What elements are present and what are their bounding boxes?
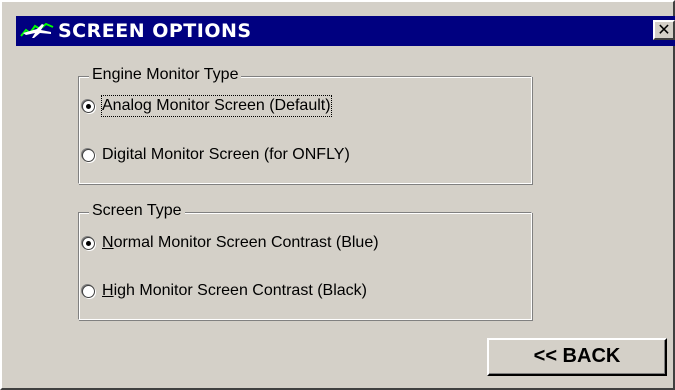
digital-monitor-label[interactable]: Digital Monitor Screen (for ONFLY) (102, 145, 350, 165)
normal-contrast-radio-option[interactable]: Normal Monitor Screen Contrast (Blue) (82, 232, 379, 254)
screen-type-legend: Screen Type (89, 200, 185, 222)
window-title: SCREEN OPTIONS (58, 20, 252, 42)
normal-contrast-radio[interactable] (82, 236, 95, 250)
high-contrast-label-text: igh Monitor Screen Contrast (Black) (113, 282, 367, 299)
high-contrast-radio[interactable] (82, 284, 95, 298)
digital-monitor-radio-option[interactable]: Digital Monitor Screen (for ONFLY) (82, 144, 350, 166)
title-bar[interactable]: SCREEN OPTIONS ✕ (16, 16, 675, 46)
close-icon: ✕ (657, 20, 671, 39)
normal-contrast-mnemonic: N (102, 234, 114, 251)
high-contrast-label[interactable]: High Monitor Screen Contrast (Black) (102, 281, 367, 301)
analog-monitor-radio-option[interactable]: Analog Monitor Screen (Default) (82, 95, 332, 117)
analog-monitor-radio[interactable] (82, 99, 95, 113)
back-button[interactable]: << BACK (487, 338, 667, 376)
screen-options-dialog: SCREEN OPTIONS ✕ Engine Monitor Type Ana… (0, 0, 675, 390)
screen-type-group: Screen Type Normal Monitor Screen Contra… (78, 200, 532, 320)
close-button[interactable]: ✕ (653, 20, 675, 40)
engine-monitor-type-legend: Engine Monitor Type (89, 64, 242, 86)
radio-selected-dot (86, 240, 91, 246)
airplane-icon (20, 21, 54, 41)
analog-monitor-label[interactable]: Analog Monitor Screen (Default) (101, 95, 332, 117)
normal-contrast-label-text: ormal Monitor Screen Contrast (Blue) (113, 234, 379, 251)
high-contrast-radio-option[interactable]: High Monitor Screen Contrast (Black) (82, 280, 367, 302)
normal-contrast-label[interactable]: Normal Monitor Screen Contrast (Blue) (102, 233, 379, 253)
digital-monitor-radio[interactable] (82, 148, 95, 162)
radio-selected-dot (86, 103, 91, 109)
high-contrast-mnemonic: H (102, 282, 114, 299)
engine-monitor-type-group: Engine Monitor Type Analog Monitor Scree… (78, 64, 532, 184)
